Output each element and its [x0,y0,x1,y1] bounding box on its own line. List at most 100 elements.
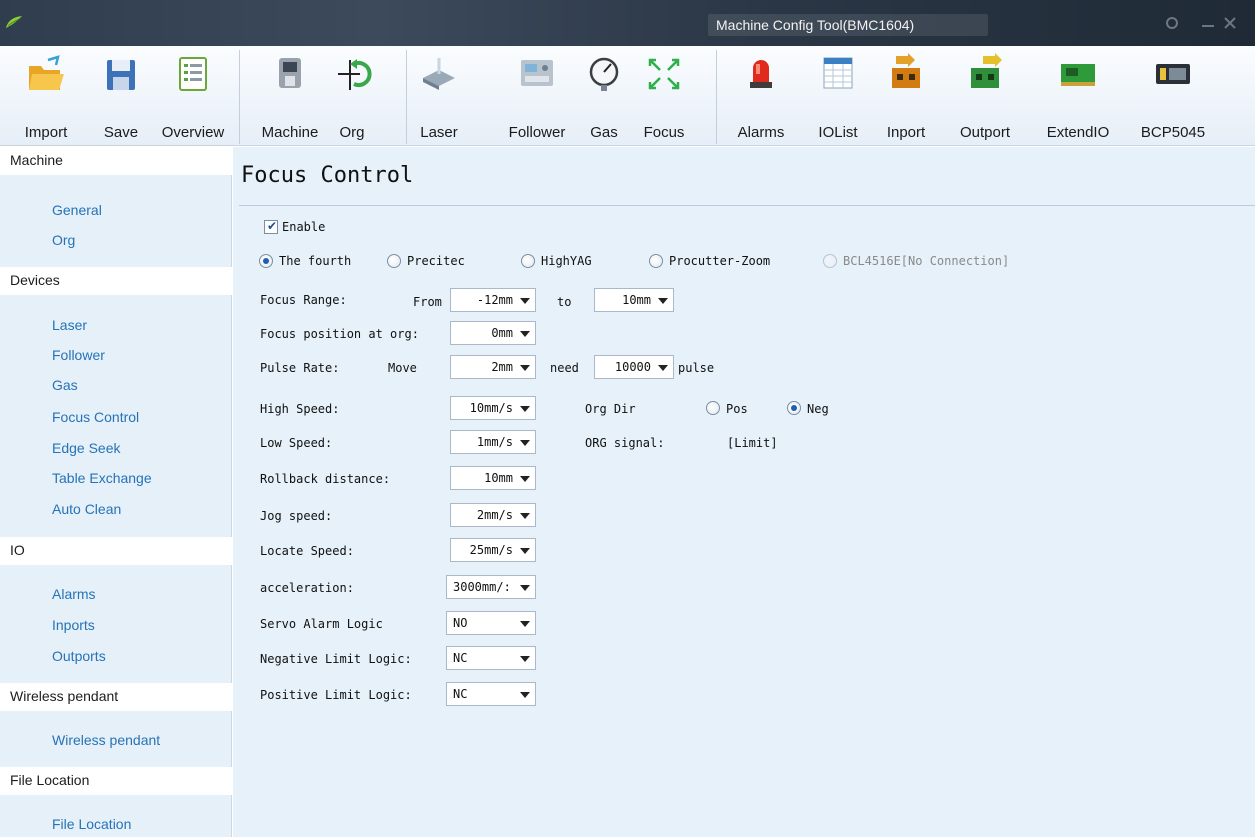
radio-the-fourth[interactable] [259,254,273,268]
laser-button[interactable]: Laser [414,46,464,146]
pos-limit-select[interactable]: NC [446,682,536,706]
low-speed-label: Low Speed: [260,436,333,450]
org-signal-value: [Limit] [727,436,778,450]
import-label: Import [24,124,68,141]
high-speed-select[interactable]: 10mm/s [450,396,536,420]
sidebar-item-general[interactable]: General [52,197,222,223]
focus-pos-org-select[interactable]: 0mm [450,321,536,345]
enable-label: Enable [282,220,326,234]
sidebar-item-wireless-pendant[interactable]: Wireless pendant [52,727,222,753]
org-label: Org [339,124,365,141]
org-button[interactable]: Org [330,46,374,146]
pulse-rate-label: Pulse Rate: [260,361,340,375]
window-title: Machine Config Tool(BMC1604) [708,14,988,36]
circuit-board-icon [1061,64,1095,86]
focus-button[interactable]: Focus [636,46,692,146]
enable-checkbox[interactable]: ✔ [264,219,278,234]
radio-the-fourth-label: The fourth [279,254,352,268]
radio-org-dir-pos[interactable] [706,401,720,415]
chevron-down-icon [658,365,668,371]
origin-arrow-icon [338,59,372,90]
sidebar-item-gas[interactable]: Gas [52,372,222,398]
radio-precitec[interactable] [387,254,401,268]
sidebar-header-machine[interactable]: Machine [0,147,232,175]
folder-open-icon [29,55,64,90]
sidebar-item-alarms[interactable]: Alarms [52,581,222,607]
radio-org-dir-neg[interactable] [787,401,801,415]
import-button[interactable]: Import [16,46,76,146]
sidebar-header-devices[interactable]: Devices [0,267,232,295]
focus-range-from-value: -12mm [476,293,513,307]
alarm-light-icon [750,60,772,88]
save-button[interactable]: Save [98,46,144,146]
acceleration-label: acceleration: [260,581,354,595]
locate-speed-select[interactable]: 25mm/s [450,538,536,562]
rollback-select[interactable]: 10mm [450,466,536,490]
sidebar-item-org[interactable]: Org [52,227,222,253]
focus-arrows-icon [648,58,680,90]
high-speed-label: High Speed: [260,402,340,416]
inport-label: Inport [886,124,926,141]
sidebar-item-inports[interactable]: Inports [52,612,222,638]
jog-speed-select[interactable]: 2mm/s [450,503,536,527]
pos-limit-value: NC [453,687,468,701]
list-icon [179,57,207,91]
gas-button[interactable]: Gas [582,46,626,146]
focus-range-from-label: From [413,295,442,309]
servo-alarm-select[interactable]: NO [446,611,536,635]
sidebar-item-table-exchange[interactable]: Table Exchange [52,465,222,491]
sidebar-item-edge-seek[interactable]: Edge Seek [52,435,222,461]
save-icon [107,60,135,90]
outport-label: Outport [959,124,1011,141]
focus-range-to-select[interactable]: 10mm [594,288,674,312]
sidebar-item-focus-control[interactable]: Focus Control [52,404,222,430]
radio-precitec-label: Precitec [407,254,465,268]
machine-button[interactable]: Machine [256,46,324,146]
extendio-button[interactable]: ExtendIO [1036,46,1120,146]
focus-range-from-select[interactable]: -12mm [450,288,536,312]
chevron-down-icon [520,692,530,698]
outport-button[interactable]: Outport [950,46,1020,146]
close-icon[interactable] [1222,16,1238,30]
minimize-icon[interactable] [1200,16,1216,30]
focus-range-to-value: 10mm [622,293,651,307]
settings-icon[interactable] [1164,16,1180,30]
sidebar-header-file-location[interactable]: File Location [0,767,232,795]
sidebar: Machine General Org Devices Laser Follow… [0,147,232,837]
sidebar-item-follower[interactable]: Follower [52,342,222,368]
pulse-need-select[interactable]: 10000 [594,355,674,379]
bcp5045-label: BCP5045 [1140,124,1206,141]
radio-highyag[interactable] [521,254,535,268]
low-speed-value: 1mm/s [476,435,513,449]
table-grid-icon [823,57,853,89]
title-divider [239,205,1255,206]
inport-button[interactable]: Inport [876,46,936,146]
radio-procutter-zoom[interactable] [649,254,663,268]
follower-button[interactable]: Follower [496,46,578,146]
pulse-move-select[interactable]: 2mm [450,355,536,379]
locate-speed-label: Locate Speed: [260,544,354,558]
alarms-button[interactable]: Alarms [726,46,796,146]
sidebar-item-laser[interactable]: Laser [52,312,222,338]
sidebar-header-io[interactable]: IO [0,537,232,565]
chevron-down-icon [520,476,530,482]
follower-label: Follower [508,124,566,141]
pulse-move-value: 2mm [491,360,513,374]
sidebar-item-outports[interactable]: Outports [52,643,222,669]
iolist-button[interactable]: IOList [808,46,868,146]
gas-label: Gas [590,124,618,141]
bcp5045-button[interactable]: BCP5045 [1136,46,1210,146]
sidebar-header-wireless[interactable]: Wireless pendant [0,683,232,711]
jog-speed-label: Jog speed: [260,509,333,523]
pulse-move-label: Move [388,361,417,375]
neg-limit-value: NC [453,651,468,665]
chevron-down-icon [658,298,668,304]
overview-button[interactable]: Overview [160,46,226,146]
sidebar-item-auto-clean[interactable]: Auto Clean [52,496,222,522]
low-speed-select[interactable]: 1mm/s [450,430,536,454]
sidebar-item-file-location[interactable]: File Location [52,811,222,837]
acceleration-select[interactable]: 3000mm/: [446,575,536,599]
neg-limit-select[interactable]: NC [446,646,536,670]
pulse-unit-label: pulse [678,361,715,375]
toolbar-separator [406,50,407,144]
